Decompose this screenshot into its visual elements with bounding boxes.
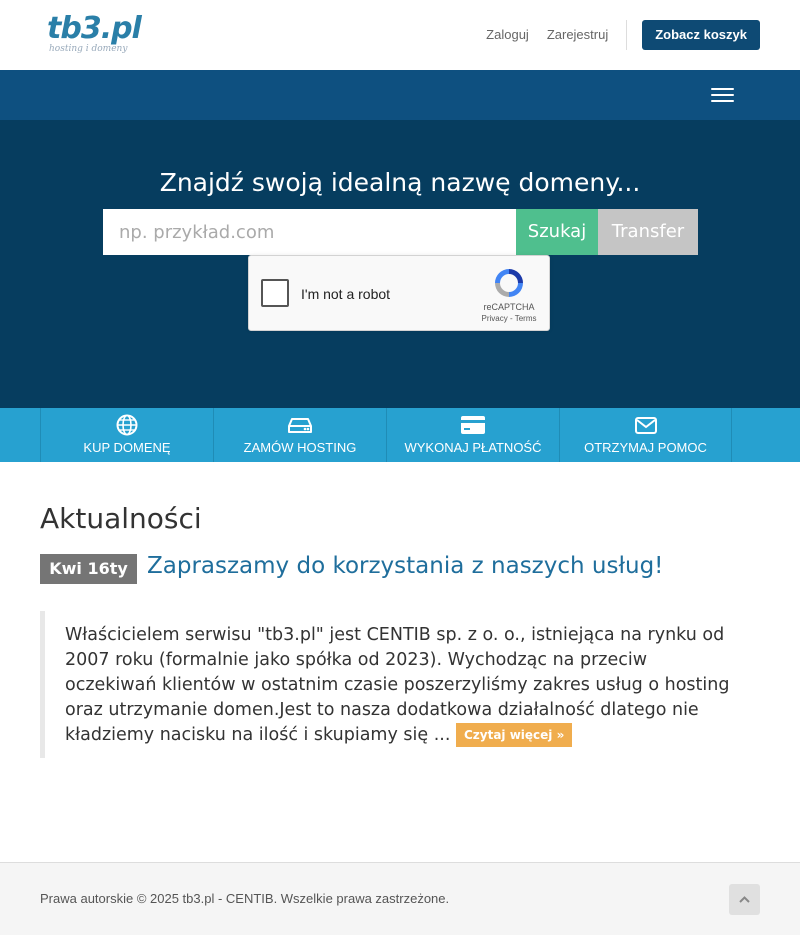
hamburger-menu-icon[interactable]: [711, 88, 734, 104]
news-date-badge: Kwi 16ty: [40, 554, 137, 584]
news-heading: Aktualności: [40, 502, 202, 535]
globe-icon: [116, 414, 138, 436]
domain-search-form: Szukaj Transfer: [103, 209, 698, 255]
recaptcha-privacy-link[interactable]: Privacy: [482, 314, 508, 323]
credit-card-icon: [461, 416, 485, 434]
recaptcha-icon: [495, 269, 523, 297]
envelope-icon: [634, 417, 657, 434]
copyright-text: Prawa autorskie © 2025 tb3.pl - CENTIB. …: [40, 891, 450, 906]
hero-title: Znajdź swoją idealną nazwę domeny...: [159, 168, 641, 197]
recaptcha-terms-link[interactable]: Terms: [515, 314, 537, 323]
server-icon: [288, 418, 312, 433]
login-link[interactable]: Zaloguj: [486, 21, 529, 49]
domain-search-hero: Znajdź swoją idealną nazwę domeny... Szu…: [0, 120, 800, 408]
action-order-hosting[interactable]: ZAMÓW HOSTING: [213, 408, 386, 462]
logo-tagline: hosting i domeny: [49, 44, 128, 54]
footer: Prawa autorskie © 2025 tb3.pl - CENTIB. …: [0, 862, 800, 935]
main-navbar: [0, 70, 800, 120]
register-link[interactable]: Zarejestruj: [547, 21, 608, 49]
action-label: OTRZYMAJ POMOC: [584, 440, 707, 455]
read-more-button[interactable]: Czytaj więcej »: [455, 723, 573, 747]
search-button[interactable]: Szukaj: [516, 209, 598, 255]
view-cart-button[interactable]: Zobacz koszyk: [642, 20, 760, 50]
divider: [626, 20, 628, 50]
chevron-up-icon: [739, 896, 750, 903]
quick-actions-bar: KUP DOMENĘ ZAMÓW HOSTING WYKONAJ PŁATNOŚ…: [0, 408, 800, 462]
action-get-help[interactable]: OTRZYMAJ POMOC: [559, 408, 732, 462]
news-excerpt-text: Właścicielem serwisu "tb3.pl" jest CENTI…: [65, 625, 730, 745]
recaptcha-label: I'm not a robot: [301, 286, 391, 302]
news-title-link[interactable]: Zapraszamy do korzystania z naszych usłu…: [147, 553, 663, 579]
recaptcha-brand: reCAPTCHA: [483, 302, 535, 312]
news-excerpt: Właścicielem serwisu "tb3.pl" jest CENTI…: [40, 611, 740, 758]
recaptcha-widget: I'm not a robot reCAPTCHA Privacy - Term…: [248, 255, 550, 331]
transfer-button[interactable]: Transfer: [598, 209, 698, 255]
action-make-payment[interactable]: WYKONAJ PŁATNOŚĆ: [386, 408, 559, 462]
logo-text: tb3.pl: [47, 11, 142, 46]
logo[interactable]: tb3.pl hosting i domeny: [47, 11, 142, 55]
action-label: KUP DOMENĘ: [83, 440, 171, 455]
action-label: ZAMÓW HOSTING: [243, 440, 357, 455]
top-links: Zaloguj Zarejestruj Zobacz koszyk: [486, 20, 760, 50]
domain-search-input[interactable]: [103, 209, 516, 255]
recaptcha-checkbox[interactable]: [261, 279, 289, 307]
action-buy-domain[interactable]: KUP DOMENĘ: [40, 408, 213, 462]
recaptcha-logo: reCAPTCHA Privacy - Terms: [481, 266, 537, 323]
action-label: WYKONAJ PŁATNOŚĆ: [404, 440, 542, 455]
recaptcha-links: Privacy - Terms: [481, 314, 537, 323]
top-header: tb3.pl hosting i domeny Zaloguj Zarejest…: [0, 0, 800, 70]
back-to-top-button[interactable]: [729, 884, 760, 915]
